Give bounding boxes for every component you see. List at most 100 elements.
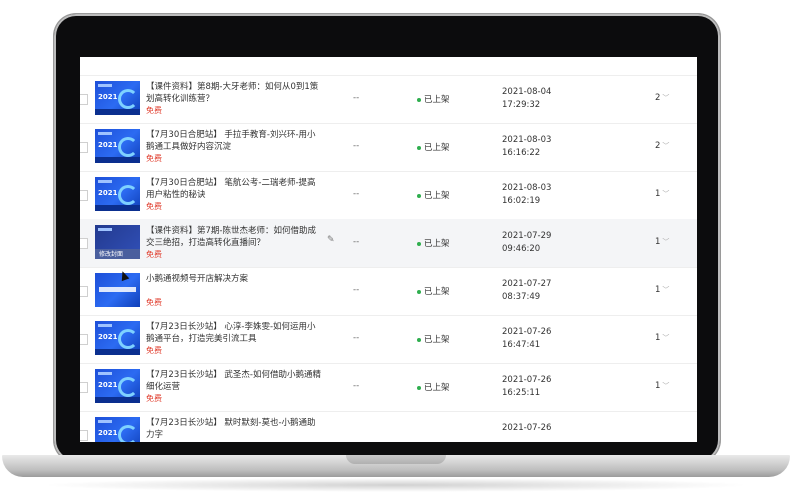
publish-date-time: 08:37:49 [502,292,541,302]
chevron-down-icon: ﹀ [662,286,670,294]
chevron-down-icon: ﹀ [662,238,670,246]
thumb-logo [98,84,112,87]
item-count[interactable]: 1 ﹀ [655,333,669,343]
course-title[interactable]: 【课件资料】第8期-大牙老师：如何从0到1策划高转化训练营？ [146,81,322,105]
row-checkbox[interactable] [80,382,88,393]
row-checkbox[interactable] [80,142,88,153]
publish-date-day: 2021-07-27 [502,279,552,289]
thumb-ring-graphic [118,137,138,157]
publish-date-time: 16:02:19 [502,196,541,206]
course-thumbnail[interactable]: 2021 [95,321,140,355]
status-badge: 已上架 [417,189,450,201]
course-thumbnail[interactable] [95,273,140,307]
row-checkbox[interactable] [80,430,88,441]
pencil-icon[interactable]: ✎ [327,235,335,245]
row-checkbox[interactable] [80,190,88,201]
publish-date-day: 2021-07-29 [502,231,552,241]
status-badge: 已上架 [417,141,450,153]
publish-date-day: 2021-08-04 [502,87,552,97]
thumb-year: 2021 [98,93,118,101]
item-count[interactable]: 1 ﹀ [655,285,669,295]
table-row[interactable]: 修改封面 【课件资料】第7期-陈世杰老师：如何借助成交三绝招，打造高转化直播间？免… [80,219,697,268]
table-row[interactable]: 2021 【课件资料】第8期-大牙老师：如何从0到1策划高转化训练营？ 免费 -- 已上… [80,75,697,124]
table-row[interactable]: 2021 【7月23日长沙站】 心淳-李姝雯-如何运用小鹅通平台，打造完美引流工具… [80,315,697,364]
item-count[interactable]: 2 ﹀ [655,93,669,103]
course-thumbnail[interactable]: 2021 [95,417,140,442]
publish-date-time: 09:46:20 [502,244,541,254]
course-thumbnail[interactable]: 2021 [95,129,140,163]
thumb-banner [99,287,136,292]
thumb-ring-graphic [118,329,138,349]
status-badge: 已上架 [417,333,450,345]
thumb-year: 2021 [98,333,118,341]
chevron-down-icon: ﹀ [662,94,670,102]
publish-date-day: 2021-08-03 [502,135,552,145]
course-price: 免费 [146,298,162,307]
status-badge: 已上架 [417,381,450,393]
item-count[interactable]: 1 ﹀ [655,381,669,391]
course-price: 免费 [146,202,162,211]
publish-date: 2021-07-29 09:46:20 [502,230,551,256]
thumb-band [95,157,140,163]
thumb-year: 2021 [98,429,118,437]
course-title[interactable]: 【7月30日合肥站】 笔航公考-二瑞老师-提高用户粘性的秘诀 [146,177,322,201]
status-badge: 已上架 [417,285,450,297]
table-row[interactable]: 小鹅通视频号开店解决方案 免费 -- 已上架 2021-07-27 08:37:49 1 ﹀ [80,267,697,316]
thumb-band [95,397,140,403]
course-price: 免费 [146,346,162,355]
table-row[interactable]: 2021 【7月30日合肥站】 手拉手教育-刘兴环-用小鹅通工具做好内容沉淀 免费 -… [80,123,697,172]
item-count-value: 1 [655,285,661,295]
item-count[interactable]: 2 ﹀ [655,141,669,151]
row-checkbox[interactable] [80,94,88,105]
publish-date: 2021-08-04 17:29:32 [502,86,551,112]
publish-date-day: 2021-07-26 [502,375,552,385]
publish-date-time: 16:47:41 [502,340,541,350]
item-count-value: 1 [655,189,661,199]
thumb-caption[interactable]: 修改封面 [99,249,123,258]
publish-date: 2021-07-26 [502,422,551,435]
row-checkbox[interactable] [80,286,88,297]
item-count-value: 1 [655,333,661,343]
column-placeholder: -- [353,333,360,343]
column-placeholder: -- [353,381,360,391]
publish-date-time: 16:25:11 [502,388,541,398]
table-row[interactable]: 2021 【7月30日合肥站】 笔航公考-二瑞老师-提高用户粘性的秘诀 免费 -- 已上… [80,171,697,220]
publish-date-time: 16:16:22 [502,148,541,158]
item-count-value: 1 [655,381,661,391]
course-title[interactable]: 小鹅通视频号开店解决方案 [146,273,322,285]
course-price: 免费 [146,154,162,163]
course-thumbnail[interactable]: 2021 [95,369,140,403]
thumb-year: 2021 [98,381,118,389]
course-thumbnail[interactable]: 2021 [95,177,140,211]
table-row[interactable]: 2021 【7月23日长沙站】 默时默刻-莫也-小鹅通助力字 2021-07-26 [80,411,697,442]
thumb-ring-graphic [118,185,138,205]
thumb-logo [98,228,112,231]
column-placeholder: -- [353,141,360,151]
row-checkbox[interactable] [80,238,88,249]
thumb-logo [98,132,112,135]
course-title[interactable]: 【7月30日合肥站】 手拉手教育-刘兴环-用小鹅通工具做好内容沉淀 [146,129,322,153]
item-count-value: 1 [655,237,661,247]
row-checkbox[interactable] [80,334,88,345]
item-count[interactable]: 1 ﹀ [655,189,669,199]
chevron-down-icon: ﹀ [662,382,670,390]
course-title[interactable]: 【7月23日长沙站】 心淳-李姝雯-如何运用小鹅通平台，打造完美引流工具 [146,321,322,345]
thumb-logo [98,420,112,423]
chevron-down-icon: ﹀ [662,334,670,342]
course-title[interactable]: 【课件资料】第7期-陈世杰老师：如何借助成交三绝招，打造高转化直播间？ [146,225,322,249]
table-row[interactable]: 2021 【7月23日长沙站】 武圣杰-如何借助小鹅通精细化运营 免费 -- 已上架 20… [80,363,697,412]
course-thumbnail[interactable]: 2021 [95,81,140,115]
publish-date: 2021-07-27 08:37:49 [502,278,551,304]
column-placeholder: -- [353,237,360,247]
course-title[interactable]: 【7月23日长沙站】 武圣杰-如何借助小鹅通精细化运营 [146,369,322,393]
column-placeholder: -- [353,189,360,199]
course-title[interactable]: 【7月23日长沙站】 默时默刻-莫也-小鹅通助力字 [146,417,322,441]
chevron-down-icon: ﹀ [662,190,670,198]
status-badge: 已上架 [417,237,450,249]
course-thumbnail[interactable]: 修改封面 [95,225,140,259]
thumb-logo [98,324,112,327]
item-count[interactable]: 1 ﹀ [655,237,669,247]
course-price: 免费 [146,394,162,403]
publish-date: 2021-07-26 16:47:41 [502,326,551,352]
thumb-logo [98,372,112,375]
